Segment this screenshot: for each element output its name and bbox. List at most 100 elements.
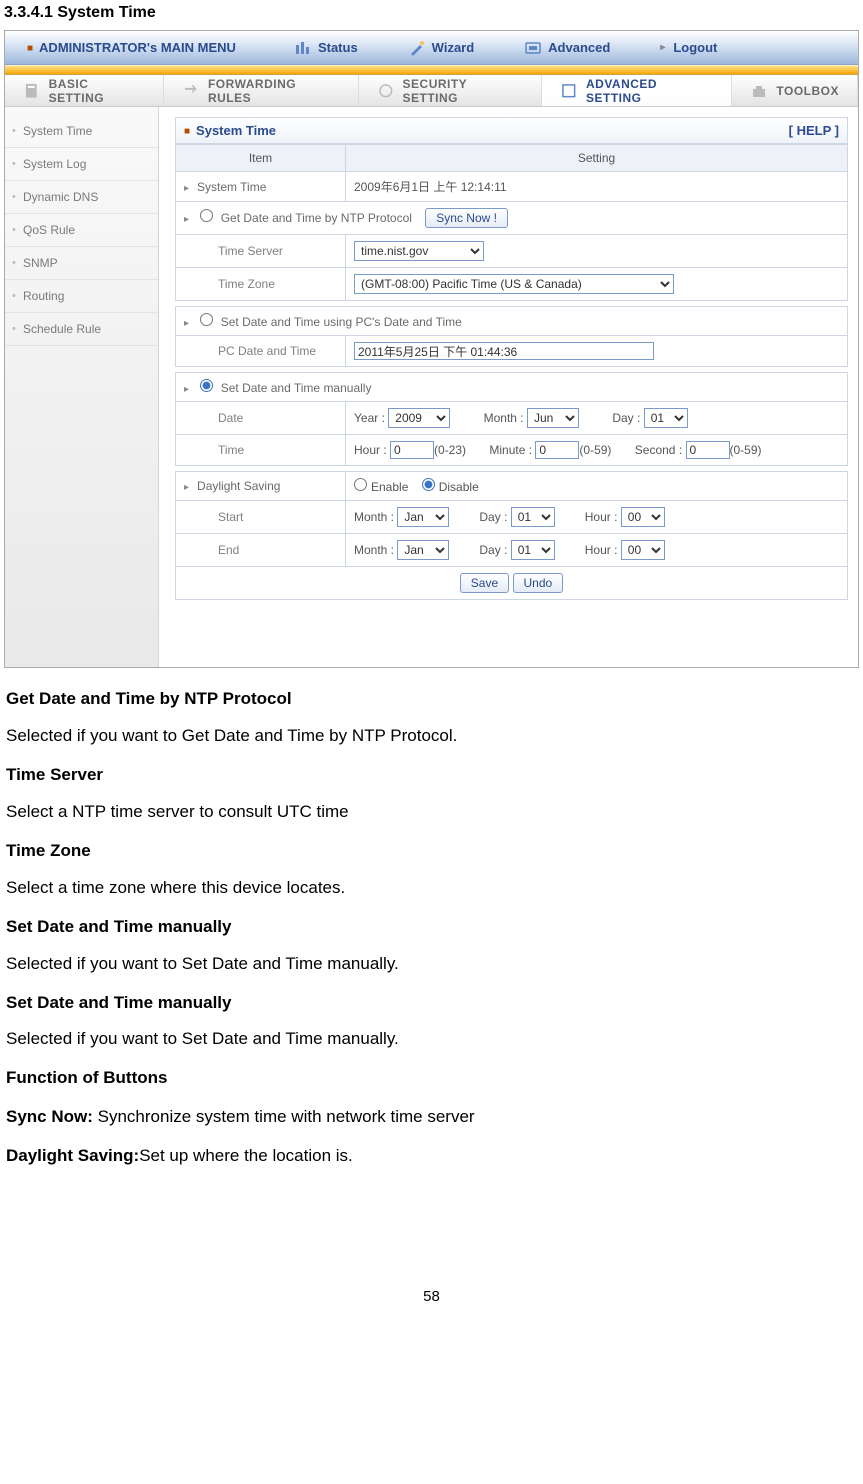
nav-advanced[interactable]: Advanced — [524, 39, 610, 57]
accent-strip — [5, 65, 858, 75]
row-pcdate-label: PC Date and Time — [176, 336, 346, 367]
syncnow-bold: Sync Now: — [6, 1107, 98, 1126]
dst-enable-radio[interactable] — [354, 478, 367, 491]
time-server-select[interactable]: time.nist.gov — [354, 241, 484, 261]
para-timezone: Select a time zone where this device loc… — [6, 877, 857, 900]
start-month-select[interactable]: Jan — [397, 507, 449, 527]
row-manual: ▸ Set Date and Time manually — [176, 373, 848, 402]
row-time-zone-label: Time Zone — [176, 268, 346, 301]
minute-input[interactable] — [535, 441, 579, 459]
page-number: 58 — [0, 1288, 863, 1315]
sidebar-item-system-time[interactable]: System Time — [5, 115, 158, 148]
para-manual2: Selected if you want to Set Date and Tim… — [6, 1028, 857, 1051]
row-time-server-field: time.nist.gov — [346, 235, 848, 268]
para-ntp: Selected if you want to Get Date and Tim… — [6, 725, 857, 748]
advanced-icon — [524, 39, 542, 57]
pc-date-input[interactable] — [354, 342, 654, 360]
sidebar-item-qos-rule[interactable]: QoS Rule — [5, 214, 158, 247]
row-time-fields: Hour : (0-23) Minute : (0-59) Second : (… — [346, 435, 848, 466]
config-table: Item Setting ▸System Time 2009年6月1日 上午 1… — [175, 144, 848, 600]
help-link[interactable]: [ HELP ] — [789, 123, 839, 138]
row-dst-fields: Enable Disable — [346, 472, 848, 501]
heading-manual2: Set Date and Time manually — [6, 992, 857, 1015]
row-date-fields: Year : 2009 Month : Jun Day : 01 — [346, 402, 848, 435]
sidebar-item-system-log[interactable]: System Log — [5, 148, 158, 181]
sidebar-item-dynamic-dns[interactable]: Dynamic DNS — [5, 181, 158, 214]
start-hour-select[interactable]: 00 — [621, 507, 665, 527]
row-ntp: ▸ Get Date and Time by NTP Protocol Sync… — [176, 202, 848, 235]
save-button[interactable]: Save — [460, 573, 509, 593]
syncnow-text: Synchronize system time with network tim… — [98, 1107, 475, 1126]
hour-input[interactable] — [390, 441, 434, 459]
note-icon — [23, 82, 41, 100]
end-day-select[interactable]: 01 — [511, 540, 555, 560]
doc-section: Get Date and Time by NTP Protocol Select… — [0, 688, 863, 1168]
month-select[interactable]: Jun — [527, 408, 579, 428]
tab-forwarding-rules[interactable]: FORWARDING RULES — [164, 75, 359, 106]
row-time-zone-field: (GMT-08:00) Pacific Time (US & Canada) — [346, 268, 848, 301]
arrows-icon — [182, 82, 200, 100]
row-date-label: Date — [176, 402, 346, 435]
row-dst-label: ▸Daylight Saving — [176, 472, 346, 501]
sidebar-item-schedule-rule[interactable]: Schedule Rule — [5, 313, 158, 346]
main-panel: ■System Time [ HELP ] Item Setting ▸Syst… — [159, 107, 858, 667]
sync-now-button[interactable]: Sync Now ! — [425, 208, 508, 228]
sidebar-item-snmp[interactable]: SNMP — [5, 247, 158, 280]
para-syncnow: Sync Now: Synchronize system time with n… — [6, 1106, 857, 1129]
row-time-server-label: Time Server — [176, 235, 346, 268]
tabbar: BASIC SETTING FORWARDING RULES SECURITY … — [5, 75, 858, 107]
router-ui: ■ADMINISTRATOR's MAIN MENU Status Wizard — [4, 30, 859, 668]
row-time-label: Time — [176, 435, 346, 466]
row-pcdate-field — [346, 336, 848, 367]
para-dst: Daylight Saving:Set up where the locatio… — [6, 1145, 857, 1168]
heading-timezone: Time Zone — [6, 840, 857, 863]
manual-radio[interactable] — [200, 379, 213, 392]
topbar: ■ADMINISTRATOR's MAIN MENU Status Wizard — [5, 31, 858, 65]
heading-timeserver: Time Server — [6, 764, 857, 787]
section-heading: 3.3.4.1 System Time — [0, 0, 863, 30]
end-hour-select[interactable]: 00 — [621, 540, 665, 560]
shield-icon — [377, 82, 395, 100]
nav-wizard[interactable]: Wizard — [408, 39, 475, 57]
sidebar-item-routing[interactable]: Routing — [5, 280, 158, 313]
row-pc-time: ▸ Set Date and Time using PC's Date and … — [176, 307, 848, 336]
th-item: Item — [176, 145, 346, 172]
th-setting: Setting — [346, 145, 848, 172]
wizard-icon — [408, 39, 426, 57]
status-icon — [294, 39, 312, 57]
dst-disable-radio[interactable] — [422, 478, 435, 491]
tab-basic-setting[interactable]: BASIC SETTING — [5, 75, 164, 106]
pc-radio[interactable] — [200, 313, 213, 326]
row-system-time-label: ▸System Time — [176, 172, 346, 202]
row-start-fields: Month : Jan Day : 01 Hour : 00 — [346, 501, 848, 534]
second-input[interactable] — [686, 441, 730, 459]
end-month-select[interactable]: Jan — [397, 540, 449, 560]
heading-ntp: Get Date and Time by NTP Protocol — [6, 688, 857, 711]
panel-title-bar: ■System Time [ HELP ] — [175, 117, 848, 144]
panel-title: System Time — [196, 123, 276, 138]
dst-text: Set up where the location is. — [139, 1146, 353, 1165]
para-timeserver: Select a NTP time server to consult UTC … — [6, 801, 857, 824]
para-manual1: Selected if you want to Set Date and Tim… — [6, 953, 857, 976]
ntp-radio[interactable] — [200, 209, 213, 222]
undo-button[interactable]: Undo — [513, 573, 564, 593]
year-select[interactable]: 2009 — [388, 408, 450, 428]
tab-toolbox[interactable]: TOOLBOX — [732, 75, 858, 106]
toolbox-icon — [750, 82, 768, 100]
row-end-label: End — [176, 534, 346, 567]
row-start-label: Start — [176, 501, 346, 534]
nav-status[interactable]: Status — [294, 39, 358, 57]
heading-manual1: Set Date and Time manually — [6, 916, 857, 939]
heading-buttons: Function of Buttons — [6, 1067, 857, 1090]
day-select[interactable]: 01 — [644, 408, 688, 428]
button-row: Save Undo — [176, 567, 848, 600]
tab-security-setting[interactable]: SECURITY SETTING — [359, 75, 542, 106]
admin-menu-label: ■ADMINISTRATOR's MAIN MENU — [5, 40, 254, 55]
dst-bold: Daylight Saving: — [6, 1146, 139, 1165]
start-day-select[interactable]: 01 — [511, 507, 555, 527]
time-zone-select[interactable]: (GMT-08:00) Pacific Time (US & Canada) — [354, 274, 674, 294]
tab-advanced-setting[interactable]: ADVANCED SETTING — [542, 75, 732, 106]
tools-icon — [560, 82, 578, 100]
sidebar: System Time System Log Dynamic DNS QoS R… — [5, 107, 159, 667]
nav-logout[interactable]: ▸ Logout — [660, 39, 717, 57]
